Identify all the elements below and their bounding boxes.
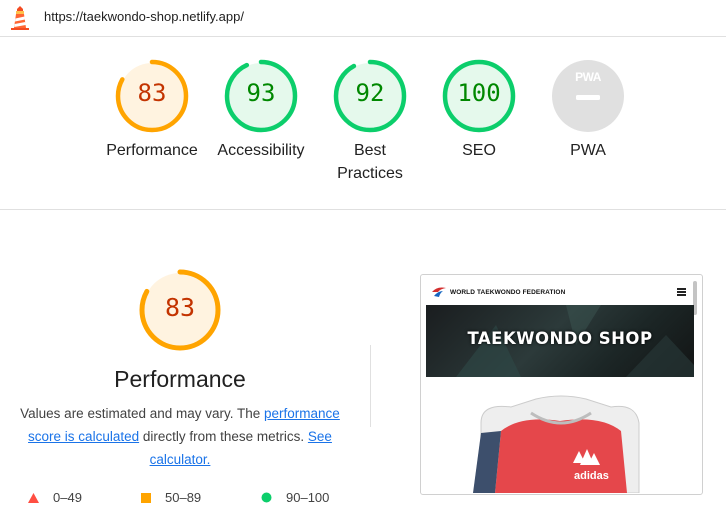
product-brand: adidas xyxy=(574,470,609,482)
page-url[interactable]: https://taekwondo-shop.netlify.app/ xyxy=(44,9,244,24)
pass-circle-icon xyxy=(261,492,272,503)
world-taekwondo-logo-icon xyxy=(432,287,446,297)
legend-fail: 0–49 xyxy=(28,490,82,505)
performance-title: Performance xyxy=(114,366,246,392)
product-vest-image: adidas xyxy=(473,395,640,493)
gauge-score: 92 xyxy=(355,79,385,107)
performance-score: 83 xyxy=(164,293,196,322)
gauge-score: 100 xyxy=(457,79,501,107)
hamburger-menu-icon xyxy=(677,288,686,297)
report-header: https://taekwondo-shop.netlify.app/ xyxy=(0,0,726,37)
fail-triangle-icon xyxy=(28,492,39,503)
performance-description: Values are estimated and may vary. The p… xyxy=(20,406,340,467)
shop-banner: TAEKWONDO SHOP xyxy=(426,305,694,377)
gauge-score: 83 xyxy=(137,79,167,107)
banner-title: TAEKWONDO SHOP xyxy=(467,329,653,348)
lighthouse-icon xyxy=(11,6,29,30)
gauge-pwa[interactable]: PWA PWA xyxy=(518,58,658,162)
gauge-score: 93 xyxy=(246,79,276,107)
legend-average: 50–89 xyxy=(141,490,201,505)
vertical-divider xyxy=(370,345,371,427)
site-org-name: WORLD TAEKWONDO FEDERATION xyxy=(450,289,566,296)
pwa-badge-text: PWA xyxy=(575,70,601,84)
gauge-label: Best Practices xyxy=(337,142,403,182)
legend-pass: 90–100 xyxy=(261,490,329,505)
final-screenshot[interactable]: WORLD TAEKWONDO FEDERATION TAEKWONDO SHO… xyxy=(420,274,703,495)
gauge-label: PWA xyxy=(570,142,606,159)
average-square-icon xyxy=(141,492,151,503)
section-divider xyxy=(0,209,726,210)
performance-score-gauge: 83 xyxy=(138,268,222,352)
